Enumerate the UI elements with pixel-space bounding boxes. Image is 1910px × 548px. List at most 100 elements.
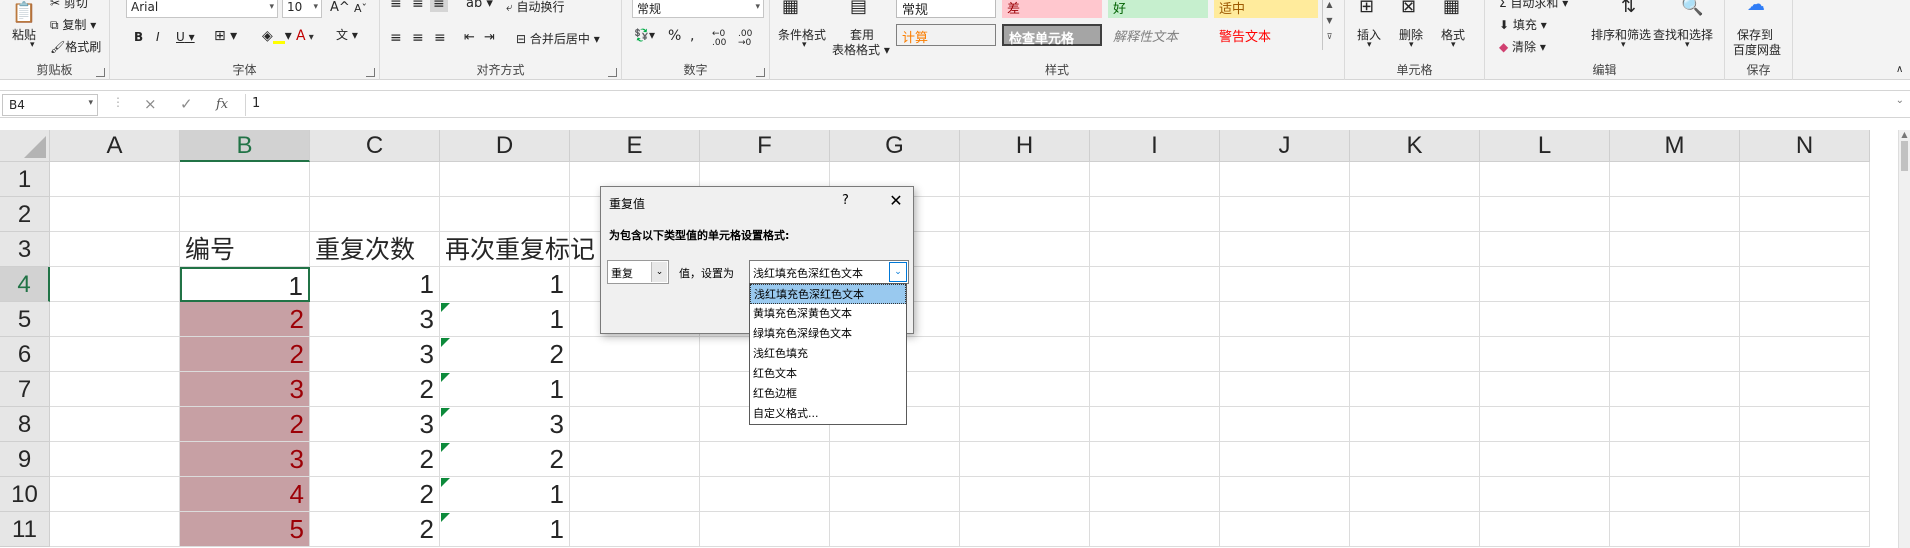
cell-c9[interactable]: 2	[310, 442, 440, 477]
formula-input[interactable]: 1	[245, 94, 1890, 116]
align-center-icon[interactable]: ≡	[412, 30, 424, 46]
cell-c10[interactable]: 2	[310, 477, 440, 512]
cell-n1[interactable]	[1740, 162, 1870, 197]
cell-m11[interactable]	[1610, 512, 1740, 547]
cell-c5[interactable]: 3	[310, 302, 440, 337]
vertical-scrollbar[interactable]: ▲	[1898, 130, 1910, 548]
cell-j5[interactable]	[1220, 302, 1350, 337]
cell-d10[interactable]: 1	[440, 477, 570, 512]
cell-j2[interactable]	[1220, 197, 1350, 232]
cell-h6[interactable]	[960, 337, 1090, 372]
error-indicator-icon[interactable]	[441, 478, 450, 487]
cell-n11[interactable]	[1740, 512, 1870, 547]
cell-h11[interactable]	[960, 512, 1090, 547]
cell-m7[interactable]	[1610, 372, 1740, 407]
fill-color-icon[interactable]: ◈ ▾	[262, 28, 292, 44]
cell-l6[interactable]	[1480, 337, 1610, 372]
cell-d2[interactable]	[440, 197, 570, 232]
format-option[interactable]: 红色边框	[750, 384, 906, 404]
cell-h7[interactable]	[960, 372, 1090, 407]
cell-d11[interactable]: 1	[440, 512, 570, 547]
select-all-corner[interactable]	[0, 130, 50, 162]
cell-n3[interactable]	[1740, 232, 1870, 267]
cell-h5[interactable]	[960, 302, 1090, 337]
style-calc[interactable]: 计算	[896, 24, 996, 46]
cell-c6[interactable]: 3	[310, 337, 440, 372]
cell-c4[interactable]: 1	[310, 267, 440, 302]
format-option[interactable]: 浅红色填充	[750, 344, 906, 364]
cell-k4[interactable]	[1350, 267, 1480, 302]
style-neutral[interactable]: 适中	[1214, 0, 1318, 18]
chevron-down-icon[interactable]: ⌄	[889, 262, 907, 282]
scroll-up-icon[interactable]: ▲	[1899, 130, 1910, 139]
row-header-10[interactable]: 10	[0, 477, 50, 512]
cell-m3[interactable]	[1610, 232, 1740, 267]
cell-n6[interactable]	[1740, 337, 1870, 372]
insert-function-icon[interactable]: fx	[216, 97, 228, 112]
cell-i8[interactable]	[1090, 407, 1220, 442]
cell-b3[interactable]: 编号	[180, 232, 310, 267]
cell-n4[interactable]	[1740, 267, 1870, 302]
value-type-select[interactable]: 重复 ⌄	[607, 260, 669, 284]
paste-icon[interactable]: 📋	[10, 0, 38, 24]
row-header-3[interactable]: 3	[0, 232, 50, 267]
bold-button[interactable]: B	[134, 30, 143, 44]
cell-m2[interactable]	[1610, 197, 1740, 232]
cell-k7[interactable]	[1350, 372, 1480, 407]
cell-n9[interactable]	[1740, 442, 1870, 477]
format-painter-button[interactable]: 🖌格式刷	[50, 38, 101, 55]
underline-button[interactable]: U ▾	[176, 30, 195, 44]
column-header-a[interactable]: A	[50, 130, 180, 162]
cell-f11[interactable]	[700, 512, 830, 547]
cell-k5[interactable]	[1350, 302, 1480, 337]
cell-d8[interactable]: 3	[440, 407, 570, 442]
decrease-indent-icon[interactable]: ⇤	[464, 30, 475, 45]
cell-d3[interactable]: 再次重复标记	[440, 232, 595, 267]
cell-d9[interactable]: 2	[440, 442, 570, 477]
cell-a1[interactable]	[50, 162, 180, 197]
cut-button[interactable]: ✂ 剪切	[50, 0, 88, 11]
font-name-select[interactable]: Arial ▾	[126, 0, 278, 18]
cell-e7[interactable]	[570, 372, 700, 407]
cell-i11[interactable]	[1090, 512, 1220, 547]
cell-g10[interactable]	[830, 477, 960, 512]
cell-m6[interactable]	[1610, 337, 1740, 372]
style-check[interactable]: 检查单元格	[1002, 24, 1102, 47]
cell-i9[interactable]	[1090, 442, 1220, 477]
grow-font-button[interactable]: A^	[330, 0, 350, 15]
format-option[interactable]: 红色文本	[750, 364, 906, 384]
cell-g11[interactable]	[830, 512, 960, 547]
cell-l11[interactable]	[1480, 512, 1610, 547]
cell-b5[interactable]: 2	[180, 302, 310, 337]
cell-d4[interactable]: 1	[440, 267, 570, 302]
cell-k6[interactable]	[1350, 337, 1480, 372]
cell-m9[interactable]	[1610, 442, 1740, 477]
cell-b8[interactable]: 2	[180, 407, 310, 442]
column-header-n[interactable]: N	[1740, 130, 1870, 162]
currency-icon[interactable]: 💱▾	[634, 28, 655, 42]
cell-j7[interactable]	[1220, 372, 1350, 407]
error-indicator-icon[interactable]	[441, 513, 450, 522]
cancel-icon[interactable]: ×	[144, 95, 157, 113]
align-middle-icon[interactable]: ≡	[412, 0, 424, 12]
cell-i10[interactable]	[1090, 477, 1220, 512]
fill-button[interactable]: ⬇ 填充 ▾	[1499, 16, 1547, 33]
cell-l8[interactable]	[1480, 407, 1610, 442]
style-good[interactable]: 好	[1108, 0, 1208, 18]
increase-indent-icon[interactable]: ⇥	[484, 30, 495, 45]
font-launcher-icon[interactable]	[366, 68, 375, 77]
cell-j9[interactable]	[1220, 442, 1350, 477]
cell-c1[interactable]	[310, 162, 440, 197]
align-bottom-icon[interactable]: ≡	[430, 0, 448, 12]
align-right-icon[interactable]: ≡	[434, 30, 446, 46]
error-indicator-icon[interactable]	[441, 303, 450, 312]
cell-h3[interactable]	[960, 232, 1090, 267]
cell-b11[interactable]: 5	[180, 512, 310, 547]
find-select-button[interactable]: 查找和选择	[1653, 26, 1713, 43]
column-header-e[interactable]: E	[570, 130, 700, 162]
cell-a5[interactable]	[50, 302, 180, 337]
cell-h2[interactable]	[960, 197, 1090, 232]
cell-e11[interactable]	[570, 512, 700, 547]
format-select[interactable]: 浅红填充色深红色文本 ⌄	[749, 260, 909, 284]
orientation-icon[interactable]: ab ▾	[466, 0, 493, 11]
